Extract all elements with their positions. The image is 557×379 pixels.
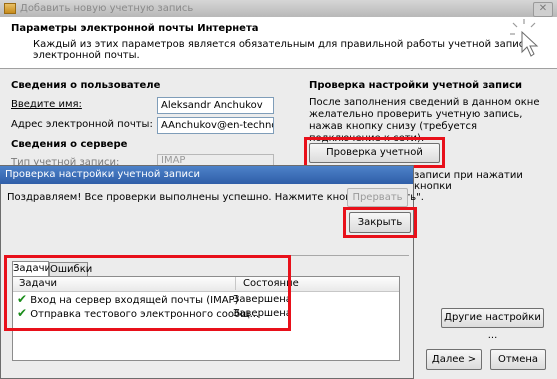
window-title-bar: Добавить новую учетную запись ✕ (0, 0, 557, 17)
header-subtitle: Каждый из этих параметров является обяза… (33, 39, 531, 61)
email-label: Адрес электронной почты: (11, 119, 153, 130)
header-title: Параметры электронной почты Интернета (11, 23, 259, 34)
more-settings-button[interactable]: Другие настройки ... (441, 308, 544, 341)
dialog-close-button[interactable]: Закрыть (349, 212, 411, 233)
next-button[interactable]: Далее > (426, 349, 482, 370)
close-window-button[interactable]: ✕ (533, 2, 553, 17)
mail-icon (4, 3, 16, 14)
click-cursor-icon (510, 19, 539, 57)
name-label: Введите имя: (11, 99, 82, 110)
dialog-title: Проверка настройки учетной записи (5, 169, 201, 180)
window-title: Добавить новую учетную запись (20, 3, 194, 14)
name-input[interactable]: Aleksandr Anchukov (157, 97, 274, 114)
test-settings-title: Проверка настройки учетной записи (309, 80, 523, 91)
email-input[interactable]: AAnchukov@en-techno.ru (157, 117, 274, 134)
auto-test-text: записи при нажатии кнопки (414, 170, 523, 192)
tasks-highlight (4, 255, 291, 331)
user-info-title: Сведения о пользователе (11, 80, 161, 91)
dialog-title-bar: Проверка настройки учетной записи (0, 166, 413, 184)
test-account-button[interactable]: Проверка учетной записи... (309, 143, 440, 176)
cancel-button[interactable]: Отмена (490, 349, 546, 370)
stop-button[interactable]: Прервать (347, 188, 408, 207)
server-info-title: Сведения о сервере (11, 139, 128, 150)
